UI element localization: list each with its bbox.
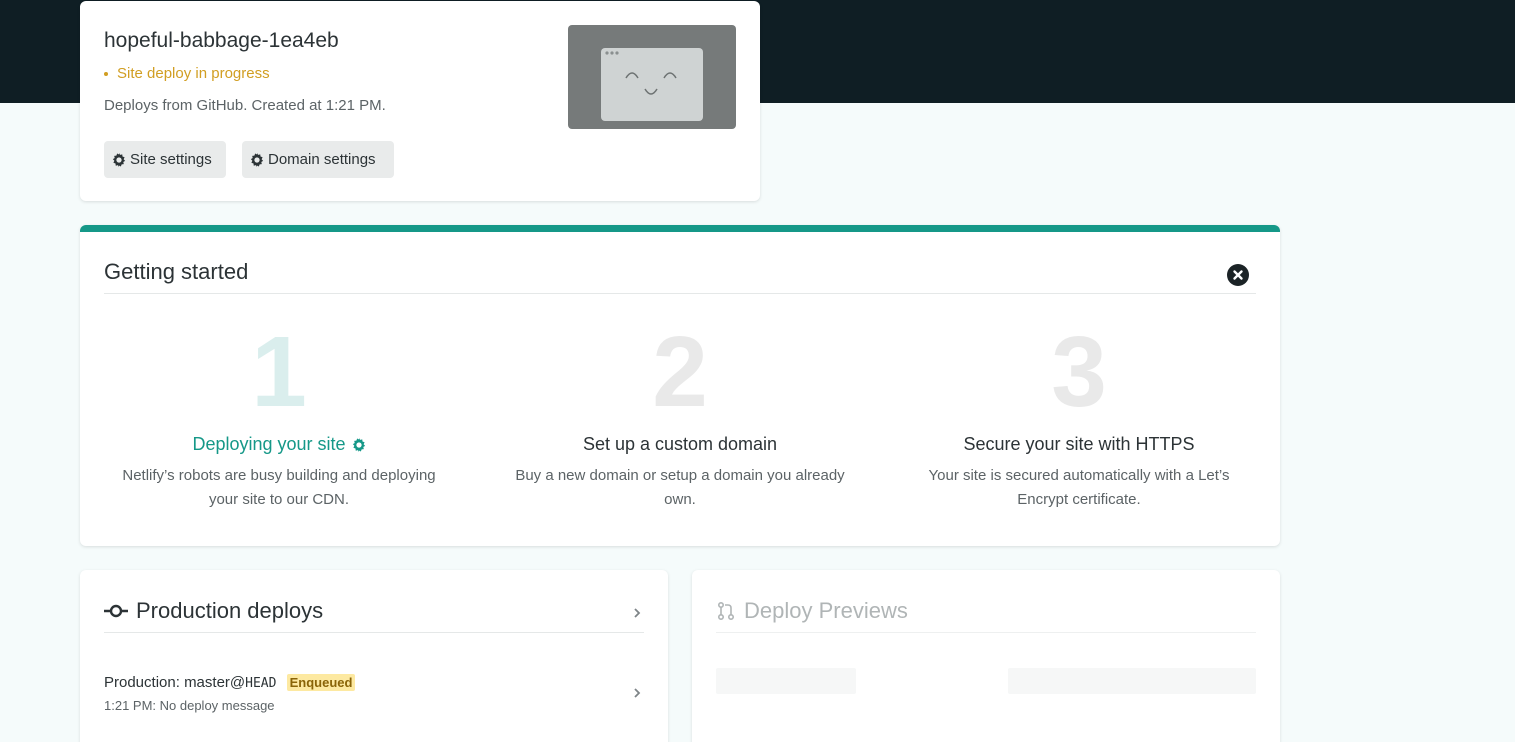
divider <box>104 632 644 633</box>
gear-icon <box>352 437 365 452</box>
getting-started-title: Getting started <box>104 259 249 284</box>
step-title[interactable]: Set up a custom domain <box>490 434 870 455</box>
step-title[interactable]: Deploying your site <box>89 434 469 455</box>
smiley-browser-icon <box>601 48 703 121</box>
status-badge: Enqueued <box>286 674 356 691</box>
gear-icon <box>250 152 264 167</box>
site-overview-card: hopeful-babbage-1ea4eb Site deploy in pr… <box>80 1 760 201</box>
step-description: Your site is secured automatically with … <box>928 467 1230 508</box>
loading-skeleton <box>1008 668 1256 694</box>
step-description: Netlify’s robots are busy building and d… <box>122 467 436 508</box>
chevron-right-icon[interactable] <box>632 688 642 698</box>
production-deploys-card: Production deploys Production: master@HE… <box>80 570 668 742</box>
divider <box>716 632 1256 633</box>
pull-request-icon <box>717 601 735 621</box>
deploy-status: Site deploy in progress <box>104 65 270 82</box>
site-settings-label: Site settings <box>130 151 212 168</box>
deploy-branch: master@ <box>184 674 246 691</box>
site-preview-thumbnail[interactable] <box>568 25 736 129</box>
domain-settings-button[interactable]: Domain settings <box>242 141 394 178</box>
deploy-previews-card: Deploy Previews <box>692 570 1280 742</box>
step-number: 3 <box>1051 316 1107 428</box>
deploy-status-text: Site deploy in progress <box>117 65 270 82</box>
status-dot-icon <box>104 71 108 76</box>
production-deploys-header[interactable]: Production deploys <box>104 598 323 624</box>
deploy-message: 1:21 PM: No deploy message <box>104 698 275 713</box>
step-deploying: 1 Deploying your site Netlify’s robots a… <box>89 312 469 512</box>
deploy-ref: HEAD <box>245 676 277 691</box>
chevron-right-icon[interactable] <box>632 608 642 618</box>
step-title-text: Deploying your site <box>192 434 346 454</box>
loading-skeleton <box>716 668 856 694</box>
step-title[interactable]: Secure your site with HTTPS <box>889 434 1269 455</box>
close-icon[interactable] <box>1227 264 1249 286</box>
deploy-previews-header: Deploy Previews <box>716 598 908 624</box>
deploy-context-label: Production: <box>104 674 180 691</box>
commit-icon <box>104 604 128 618</box>
divider <box>104 293 1256 294</box>
step-custom-domain: 2 Set up a custom domain Buy a new domai… <box>490 312 870 512</box>
site-name: hopeful-babbage-1ea4eb <box>104 29 339 52</box>
site-settings-button[interactable]: Site settings <box>104 141 226 178</box>
getting-started-card: Getting started 1 Deploying your site Ne… <box>80 225 1280 546</box>
deploy-row[interactable]: Production: master@HEAD Enqueued <box>104 674 356 691</box>
step-description: Buy a new domain or setup a domain you a… <box>515 467 845 508</box>
deploy-previews-title: Deploy Previews <box>744 598 908 623</box>
step-number: 1 <box>251 316 307 428</box>
step-https: 3 Secure your site with HTTPS Your site … <box>889 312 1269 512</box>
domain-settings-label: Domain settings <box>268 151 376 168</box>
step-number: 2 <box>652 316 708 428</box>
gear-icon <box>112 152 126 167</box>
production-deploys-title: Production deploys <box>136 598 324 623</box>
site-meta: Deploys from GitHub. Created at 1:21 PM. <box>104 97 386 114</box>
